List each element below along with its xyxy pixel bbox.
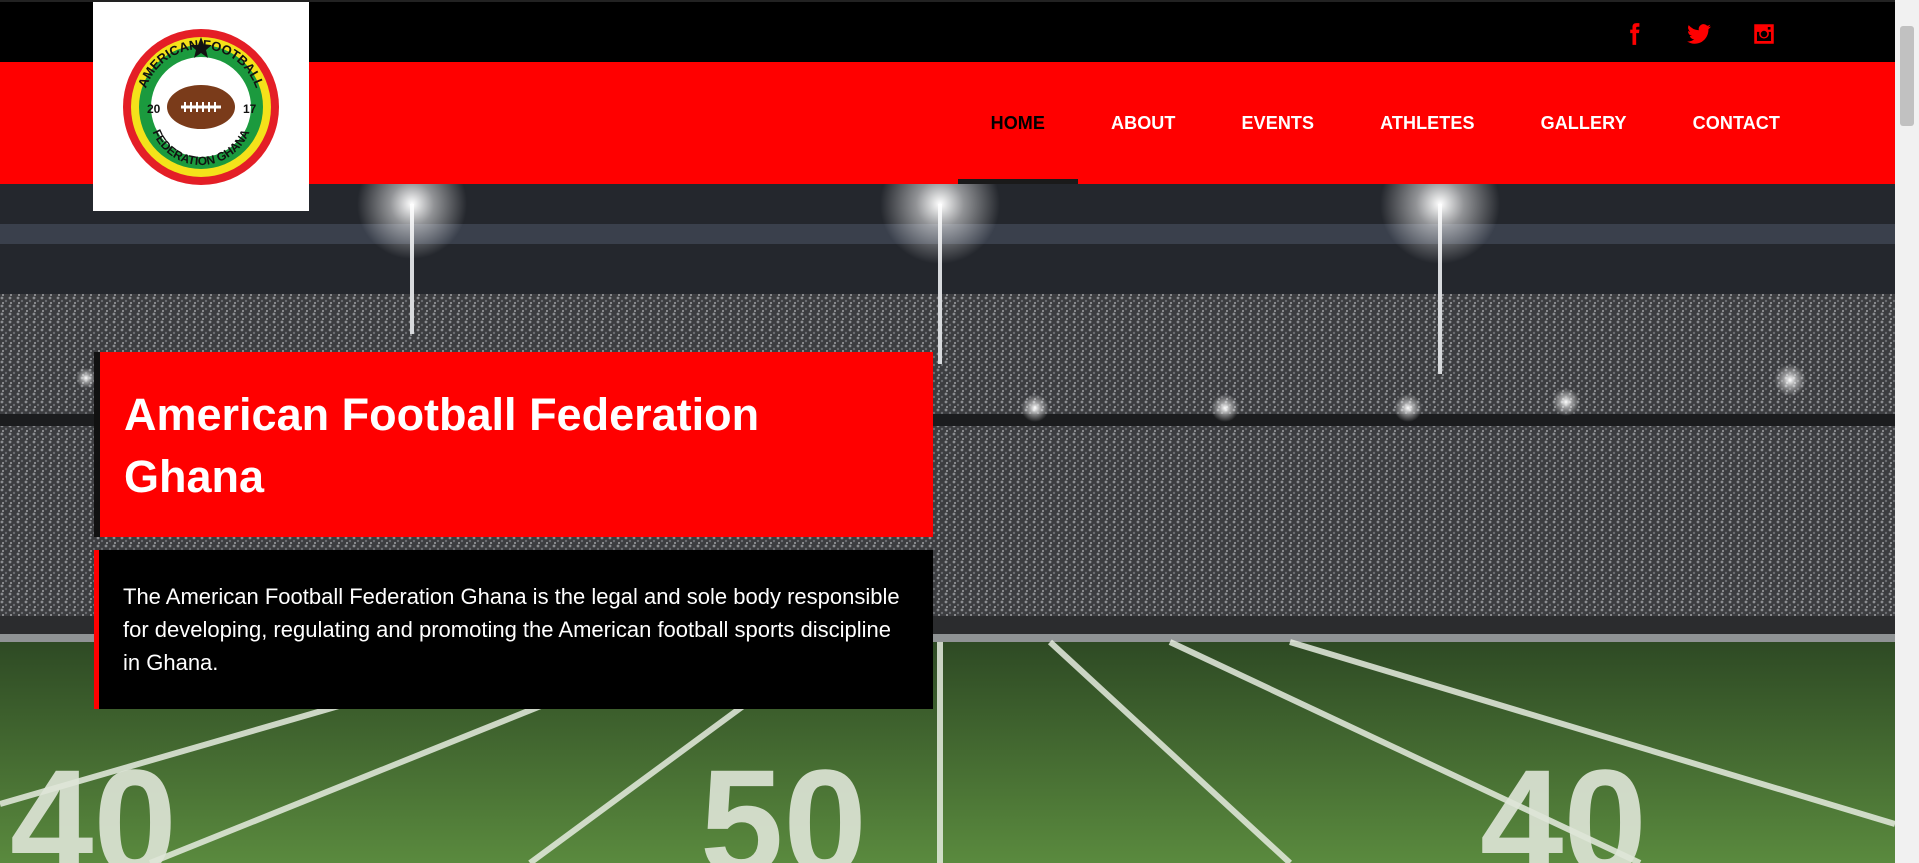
nav-item-home[interactable]: HOME <box>957 62 1079 184</box>
twitter-link[interactable] <box>1681 16 1717 52</box>
facebook-icon <box>1630 23 1640 45</box>
hero-description-box: The American Football Federation Ghana i… <box>94 550 933 709</box>
page-scrollbar[interactable] <box>1895 0 1919 863</box>
hero-title-box: American Football Federation Ghana <box>94 352 933 537</box>
nav-item-contact[interactable]: CONTACT <box>1660 62 1813 184</box>
main-nav: HOME ABOUT EVENTS ATHLETES GALLERY CONTACT <box>957 62 1813 184</box>
nav-item-gallery[interactable]: GALLERY <box>1508 62 1660 184</box>
instagram-icon <box>1754 24 1774 44</box>
facebook-link[interactable] <box>1616 16 1652 52</box>
logo[interactable]: AMERICAN FOOTBALL FEDERATION GHANA 20 17 <box>93 2 309 211</box>
svg-text:40: 40 <box>1480 738 1647 863</box>
hero-title: American Football Federation Ghana <box>124 389 760 502</box>
nav-item-about[interactable]: ABOUT <box>1078 62 1209 184</box>
nav-item-athletes[interactable]: ATHLETES <box>1347 62 1507 184</box>
svg-text:50: 50 <box>700 738 867 863</box>
nav-item-events[interactable]: EVENTS <box>1209 62 1348 184</box>
svg-text:20: 20 <box>147 102 161 116</box>
federation-logo-icon: AMERICAN FOOTBALL FEDERATION GHANA 20 17 <box>123 28 279 185</box>
svg-text:17: 17 <box>243 102 257 116</box>
svg-text:40: 40 <box>10 738 177 863</box>
hero-description: The American Football Federation Ghana i… <box>123 584 900 675</box>
scrollbar-thumb[interactable] <box>1900 26 1914 126</box>
instagram-link[interactable] <box>1746 16 1782 52</box>
twitter-icon <box>1687 24 1711 44</box>
